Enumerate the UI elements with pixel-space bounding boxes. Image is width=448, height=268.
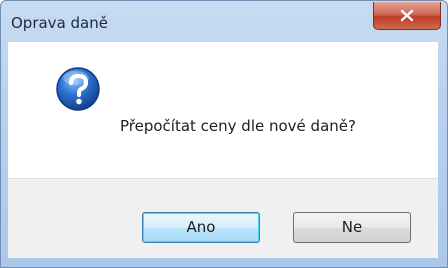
title-bar[interactable]: Oprava daně xyxy=(1,1,447,43)
close-button[interactable] xyxy=(373,2,441,30)
yes-button[interactable]: Ano xyxy=(142,212,260,243)
dialog-title: Oprava daně xyxy=(11,14,108,32)
close-icon xyxy=(400,9,414,22)
question-icon xyxy=(56,67,100,111)
dialog-message: Přepočítat ceny dle nové daně? xyxy=(120,117,356,135)
no-button[interactable]: Ne xyxy=(293,212,411,243)
